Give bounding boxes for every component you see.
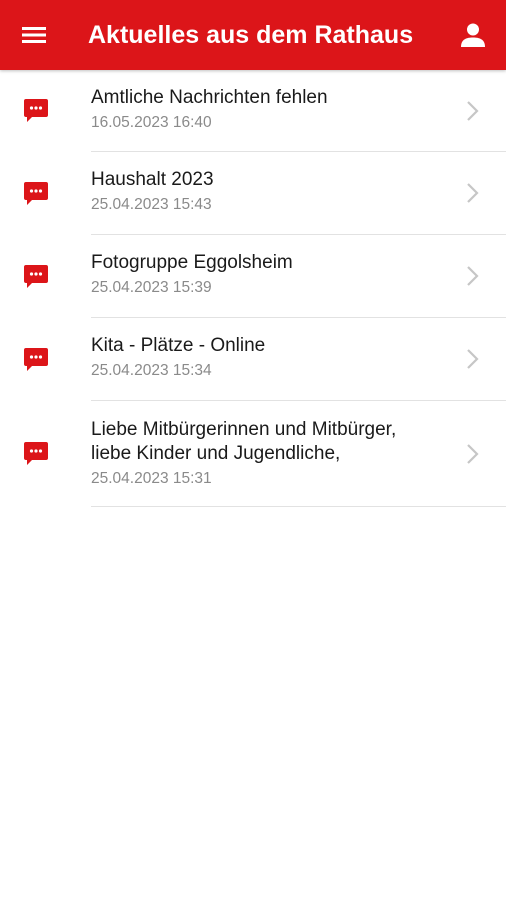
message-bubble-icon bbox=[24, 99, 48, 122]
chevron-right-icon bbox=[467, 101, 479, 121]
news-date: 25.04.2023 15:31 bbox=[91, 470, 212, 487]
news-list: Amtliche Nachrichten fehlen 16.05.2023 1… bbox=[0, 70, 506, 507]
list-item[interactable]: Liebe Mitbürgerinnen und Mitbürger, lieb… bbox=[0, 401, 506, 507]
user-profile-icon bbox=[461, 23, 485, 47]
chevron-right-icon bbox=[467, 266, 479, 286]
message-bubble-icon bbox=[24, 442, 48, 465]
divider bbox=[91, 506, 506, 507]
message-bubble-icon bbox=[24, 348, 48, 371]
news-title: Haushalt 2023 bbox=[91, 169, 214, 190]
list-item[interactable]: Fotogruppe Eggolsheim 25.04.2023 15:39 bbox=[0, 235, 506, 318]
news-date: 25.04.2023 15:39 bbox=[91, 279, 212, 296]
profile-button[interactable] bbox=[454, 16, 492, 54]
chevron-right-icon bbox=[467, 349, 479, 369]
news-date: 25.04.2023 15:43 bbox=[91, 196, 212, 213]
news-title: Kita - Plätze - Online bbox=[91, 335, 266, 356]
news-title: Liebe Mitbürgerinnen und Mitbürger, lieb… bbox=[91, 419, 397, 464]
news-title: Fotogruppe Eggolsheim bbox=[91, 252, 293, 273]
list-item[interactable]: Amtliche Nachrichten fehlen 16.05.2023 1… bbox=[0, 70, 506, 152]
news-title: Amtliche Nachrichten fehlen bbox=[91, 87, 328, 108]
app-bar: Aktuelles aus dem Rathaus bbox=[0, 0, 506, 70]
chevron-right-icon bbox=[467, 444, 479, 464]
message-bubble-icon bbox=[24, 182, 48, 205]
news-date: 25.04.2023 15:34 bbox=[91, 362, 212, 379]
chevron-right-icon bbox=[467, 183, 479, 203]
message-bubble-icon bbox=[24, 265, 48, 288]
list-item[interactable]: Kita - Plätze - Online 25.04.2023 15:34 bbox=[0, 318, 506, 401]
hamburger-menu-icon bbox=[22, 27, 46, 43]
list-item[interactable]: Haushalt 2023 25.04.2023 15:43 bbox=[0, 152, 506, 235]
news-date: 16.05.2023 16:40 bbox=[91, 114, 212, 131]
menu-button[interactable] bbox=[16, 18, 52, 52]
page-title: Aktuelles aus dem Rathaus bbox=[88, 21, 414, 49]
